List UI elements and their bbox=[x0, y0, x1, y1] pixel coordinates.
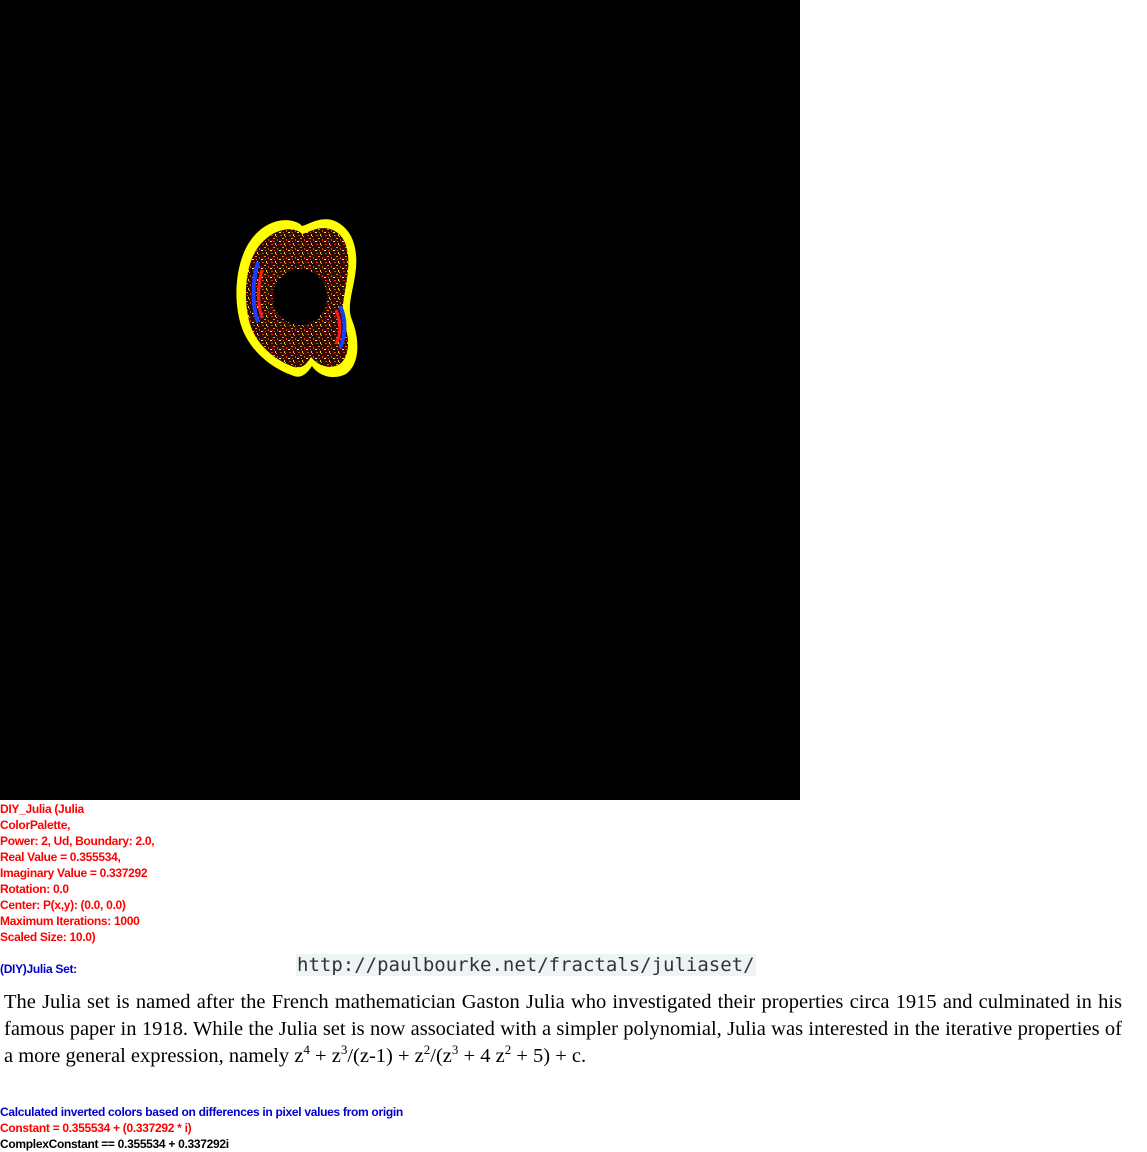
param-line: DIY_Julia (Julia bbox=[0, 802, 84, 816]
footer-constant: Constant = 0.355534 + (0.337292 * i) bbox=[0, 1121, 192, 1135]
formula: z4 + z3/(z-1) + z2/(z3 + 4 z2 + 5) + c. bbox=[294, 1042, 587, 1067]
footer-info: Calculated inverted colors based on diff… bbox=[0, 1104, 403, 1152]
param-line: Rotation: 0.0 bbox=[0, 882, 69, 896]
footer-complex-constant: ComplexConstant == 0.355534 + 0.337292i bbox=[0, 1137, 229, 1151]
param-line: Scaled Size: 10.0) bbox=[0, 930, 96, 944]
param-line: Center: P(x,y): (0.0, 0.0) bbox=[0, 898, 126, 912]
julia-fractal-image bbox=[236, 219, 358, 378]
fractal-parameters: DIY_Julia (Julia ColorPalette, Power: 2,… bbox=[0, 801, 155, 945]
fractal-canvas bbox=[0, 0, 800, 800]
footer-color-note: Calculated inverted colors based on diff… bbox=[0, 1105, 403, 1119]
param-line: Real Value = 0.355534, bbox=[0, 850, 121, 864]
param-line: Power: 2, Ud, Boundary: 2.0, bbox=[0, 834, 155, 848]
julia-set-label: (DIY)Julia Set: bbox=[0, 962, 77, 976]
fractal-inner-void bbox=[273, 269, 327, 325]
reference-url: http://paulbourke.net/fractals/juliaset/ bbox=[296, 954, 756, 976]
description-paragraph: The Julia set is named after the French … bbox=[4, 989, 1122, 1070]
param-line: Maximum Iterations: 1000 bbox=[0, 914, 140, 928]
param-line: ColorPalette, bbox=[0, 818, 71, 832]
param-line: Imaginary Value = 0.337292 bbox=[0, 866, 148, 880]
